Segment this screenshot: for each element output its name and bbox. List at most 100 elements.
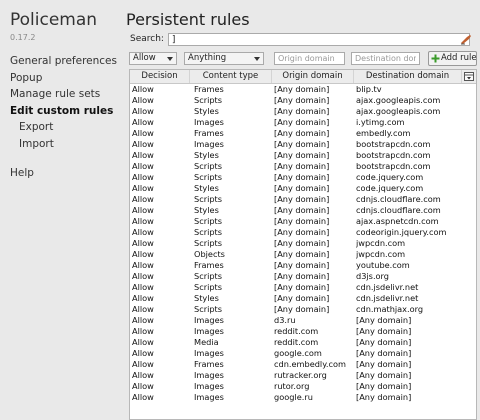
table-row[interactable]: Allow Styles [Any domain] cdnjs.cloudflare.… [130, 205, 476, 216]
table-row[interactable]: Allow Scripts [Any domain] bootstrapcdn.com [130, 161, 476, 172]
cell-origin-domain: [Any domain] [274, 95, 330, 105]
sidebar-item-edit-custom-rules[interactable]: Edit custom rules [0, 103, 122, 120]
cell-content-type: Scripts [194, 194, 223, 204]
cell-origin-domain: [Any domain] [274, 194, 330, 204]
cell-decision: Allow [132, 117, 154, 127]
cell-content-type: Styles [194, 205, 219, 215]
cell-origin-domain: [Any domain] [274, 293, 330, 303]
cell-content-type: Styles [194, 293, 219, 303]
destination-domain-input[interactable] [351, 52, 420, 65]
origin-domain-input[interactable] [274, 52, 345, 65]
cell-destination-domain: cdn.mathjax.org [356, 304, 424, 314]
cell-destination-domain: [Any domain] [356, 348, 412, 358]
table-body: Allow Frames [Any domain] blip.tv Allow Scrip… [130, 84, 476, 403]
sidebar-item-manage-rule-sets[interactable]: Manage rule sets [0, 86, 122, 103]
column-header-origin-domain[interactable]: Origin domain [272, 70, 354, 83]
table-row[interactable]: Allow Scripts [Any domain] d3js.org [130, 271, 476, 282]
table-row[interactable]: Allow Frames [Any domain] youtube.com [130, 260, 476, 271]
cell-content-type: Scripts [194, 161, 223, 171]
table-row[interactable]: Allow Frames [Any domain] embedly.com [130, 128, 476, 139]
cell-decision: Allow [132, 238, 154, 248]
table-row[interactable]: Allow Images d3.ru [Any domain] [130, 315, 476, 326]
decision-select[interactable]: Allow [129, 52, 177, 65]
cell-decision: Allow [132, 359, 154, 369]
app-version: 0.17.2 [10, 33, 36, 42]
column-picker-icon[interactable] [464, 72, 474, 81]
cell-decision: Allow [132, 326, 154, 336]
table-row[interactable]: Allow Images google.com [Any domain] [130, 348, 476, 359]
chevron-down-icon [167, 57, 173, 61]
cell-content-type: Scripts [194, 227, 223, 237]
rules-table: Decision Content type Origin domain Dest… [129, 69, 477, 420]
table-row[interactable]: Allow Styles [Any domain] bootstrapcdn.com [130, 150, 476, 161]
cell-content-type: Media [194, 337, 219, 347]
table-row[interactable]: Allow Objects [Any domain] jwpcdn.com [130, 249, 476, 260]
cell-content-type: Frames [194, 84, 224, 94]
cell-decision: Allow [132, 304, 154, 314]
table-row[interactable]: Allow Styles [Any domain] ajax.googleapis.c… [130, 106, 476, 117]
table-row[interactable]: Allow Images rutracker.org [Any domain] [130, 370, 476, 381]
cell-origin-domain: [Any domain] [274, 183, 330, 193]
cell-origin-domain: [Any domain] [274, 150, 330, 160]
cell-origin-domain: rutor.org [274, 381, 310, 391]
cell-destination-domain: code.jquery.com [356, 183, 424, 193]
cell-destination-domain: cdn.jsdelivr.net [356, 293, 419, 303]
sidebar-item-import[interactable]: Import [0, 136, 122, 153]
table-row[interactable]: Allow Scripts [Any domain] cdn.jsdelivr.net [130, 282, 476, 293]
cell-origin-domain: google.ru [274, 392, 313, 402]
cell-destination-domain: embedly.com [356, 128, 411, 138]
cell-decision: Allow [132, 139, 154, 149]
cell-destination-domain: ajax.aspnetcdn.com [356, 216, 439, 226]
cell-decision: Allow [132, 381, 154, 391]
table-row[interactable]: Allow Scripts [Any domain] jwpcdn.com [130, 238, 476, 249]
cell-content-type: Scripts [194, 304, 223, 314]
column-header-decision[interactable]: Decision [130, 70, 190, 83]
search-input[interactable] [168, 33, 470, 46]
content-type-select[interactable]: Anything [184, 52, 264, 65]
cell-origin-domain: [Any domain] [274, 216, 330, 226]
table-row[interactable]: Allow Frames cdn.embedly.com [Any domain] [130, 359, 476, 370]
table-row[interactable]: Allow Scripts [Any domain] codeorigin.jquer… [130, 227, 476, 238]
table-row[interactable]: Allow Media reddit.com [Any domain] [130, 337, 476, 348]
cell-decision: Allow [132, 150, 154, 160]
cell-origin-domain: [Any domain] [274, 84, 330, 94]
cell-origin-domain: [Any domain] [274, 271, 330, 281]
table-row[interactable]: Allow Styles [Any domain] code.jquery.com [130, 183, 476, 194]
cell-decision: Allow [132, 315, 154, 325]
table-row[interactable]: Allow Styles [Any domain] cdn.jsdelivr.net [130, 293, 476, 304]
cell-content-type: Objects [194, 249, 225, 259]
cell-origin-domain: [Any domain] [274, 249, 330, 259]
cell-destination-domain: cdn.jsdelivr.net [356, 282, 419, 292]
sidebar-nav: General preferences Popup Manage rule sets… [0, 53, 122, 182]
cell-content-type: Images [194, 315, 224, 325]
table-row[interactable]: Allow Images [Any domain] i.ytimg.com [130, 117, 476, 128]
add-rule-button[interactable]: Add rule [428, 51, 477, 66]
cell-origin-domain: [Any domain] [274, 238, 330, 248]
cell-destination-domain: cdnjs.cloudflare.com [356, 205, 441, 215]
table-row[interactable]: Allow Scripts [Any domain] ajax.googleapis.… [130, 95, 476, 106]
cell-decision: Allow [132, 172, 154, 182]
cell-destination-domain: cdnjs.cloudflare.com [356, 194, 441, 204]
sidebar-item-help[interactable]: Help [0, 165, 122, 182]
table-row[interactable]: Allow Scripts [Any domain] cdnjs.cloudflare… [130, 194, 476, 205]
cell-decision: Allow [132, 249, 154, 259]
table-row[interactable]: Allow Images [Any domain] bootstrapcdn.com [130, 139, 476, 150]
table-row[interactable]: Allow Images google.ru [Any domain] [130, 392, 476, 403]
cell-destination-domain: codeorigin.jquery.com [356, 227, 447, 237]
sidebar-item-popup[interactable]: Popup [0, 70, 122, 87]
table-row[interactable]: Allow Images reddit.com [Any domain] [130, 326, 476, 337]
sidebar-item-export[interactable]: Export [0, 119, 122, 136]
table-row[interactable]: Allow Scripts [Any domain] ajax.aspnetcdn.c… [130, 216, 476, 227]
search-row: Search: [126, 33, 476, 47]
sidebar-item-general-preferences[interactable]: General preferences [0, 53, 122, 70]
table-row[interactable]: Allow Frames [Any domain] blip.tv [130, 84, 476, 95]
column-header-destination-domain[interactable]: Destination domain [354, 70, 462, 83]
table-row[interactable]: Allow Scripts [Any domain] code.jquery.com [130, 172, 476, 183]
search-label: Search: [130, 34, 164, 44]
clear-search-icon[interactable] [460, 34, 472, 45]
cell-content-type: Styles [194, 183, 219, 193]
table-row[interactable]: Allow Images rutor.org [Any domain] [130, 381, 476, 392]
column-header-content-type[interactable]: Content type [190, 70, 272, 83]
app-title: Policeman [10, 10, 98, 30]
table-row[interactable]: Allow Scripts [Any domain] cdn.mathjax.org [130, 304, 476, 315]
